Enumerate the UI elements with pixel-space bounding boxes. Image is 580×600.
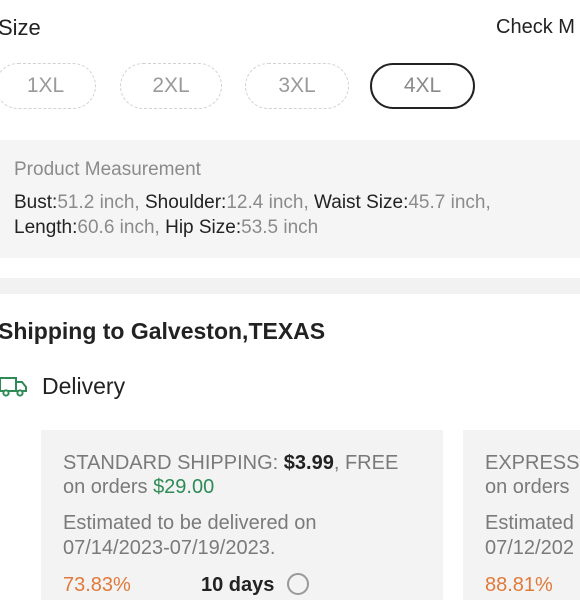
length-value: 60.6 inch,	[77, 217, 160, 238]
standard-free-label: , FREE	[333, 452, 399, 474]
express-orders-prefix: on orders	[485, 476, 570, 498]
express-shipping-card[interactable]: EXPRESS on orders Estimated 07/12/202 88…	[463, 430, 580, 600]
express-shipping-name: EXPRESS	[485, 452, 580, 474]
info-icon[interactable]	[287, 573, 309, 595]
bust-value: 51.2 inch,	[57, 192, 140, 213]
size-option-2xl[interactable]: 2XL	[120, 63, 222, 109]
hip-label: Hip Size:	[165, 217, 242, 238]
size-option-4xl[interactable]: 4XL	[370, 63, 475, 109]
measurement-line-1: Bust:51.2 inch, Shoulder:12.4 inch, Wais…	[14, 192, 491, 214]
delivery-truck-icon	[0, 377, 27, 397]
length-label: Length:	[14, 217, 78, 238]
measurement-title: Product Measurement	[14, 159, 201, 180]
express-on-time-percent: 88.81%	[485, 574, 553, 596]
size-option-3xl[interactable]: 3XL	[245, 63, 349, 109]
standard-shipping-line-2: on orders $29.00	[63, 476, 214, 499]
standard-estimate-line-1: Estimated to be delivered on	[63, 512, 317, 534]
waist-label: Waist Size:	[314, 192, 409, 213]
standard-shipping-name: STANDARD SHIPPING:	[63, 452, 284, 474]
shipping-destination-title: Shipping to Galveston,TEXAS	[0, 318, 326, 344]
shoulder-value: 12.4 inch,	[226, 192, 309, 213]
waist-value: 45.7 inch,	[408, 192, 491, 213]
size-option-1xl[interactable]: 1XL	[0, 63, 96, 109]
delivery-label: Delivery	[42, 373, 126, 399]
express-estimate-line-1: Estimated	[485, 512, 574, 534]
orders-prefix: on orders	[63, 476, 154, 498]
hip-value: 53.5 inch	[241, 217, 319, 238]
standard-estimate-dates: 07/14/2023-07/19/2023.	[63, 537, 276, 559]
delivery-days: 10 days	[201, 574, 275, 596]
size-section-title: Size	[0, 15, 41, 40]
standard-shipping-price: $3.99	[283, 452, 334, 474]
express-estimate-dates: 07/12/202	[485, 537, 574, 559]
measurement-line-2: Length:60.6 inch, Hip Size:53.5 inch	[14, 217, 318, 239]
bust-label: Bust:	[14, 192, 58, 213]
shoulder-label: Shoulder:	[145, 192, 227, 213]
section-divider	[0, 278, 580, 294]
on-time-percent: 73.83%	[63, 574, 131, 596]
standard-shipping-card[interactable]: STANDARD SHIPPING: $3.99, FREE on orders…	[41, 430, 443, 600]
free-threshold: $29.00	[153, 476, 215, 498]
standard-shipping-line-1: STANDARD SHIPPING: $3.99, FREE	[63, 452, 398, 475]
product-measurement-panel: Product Measurement Bust:51.2 inch, Shou…	[0, 140, 580, 258]
size-guide-link[interactable]: Check M	[496, 16, 575, 39]
